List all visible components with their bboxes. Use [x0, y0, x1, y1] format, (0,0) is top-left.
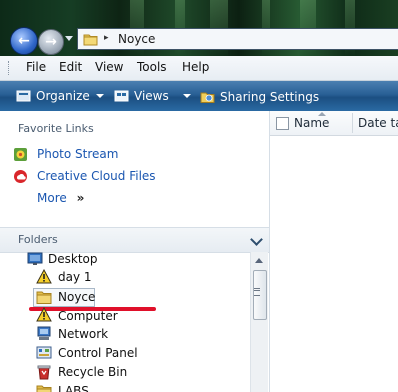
menu-help[interactable]: Help	[182, 60, 209, 74]
collapse-chevron-icon[interactable]	[250, 233, 263, 246]
recent-pages-dropdown-icon[interactable]	[65, 36, 73, 41]
more-label: More	[37, 191, 67, 205]
photo-stream-icon	[14, 148, 27, 161]
explorer-window: ← → ▸ Noyce File Edit View Tools Help Or…	[0, 0, 398, 392]
column-divider[interactable]	[352, 113, 353, 133]
menu-grip	[8, 61, 11, 75]
navigation-pane: Favorite Links Photo Stream Creative Clo…	[0, 111, 270, 392]
menu-bar: File Edit View Tools Help	[0, 56, 398, 81]
menu-edit[interactable]: Edit	[59, 60, 82, 74]
sharing-icon	[200, 92, 215, 103]
scroll-up-arrow-icon[interactable]	[255, 258, 263, 263]
command-bar: Organize Views Sharing Settings	[0, 81, 398, 111]
tree-item-noyce[interactable]: Noyce	[58, 290, 95, 304]
folders-title: Folders	[18, 233, 58, 246]
recycle-bin-icon	[37, 365, 51, 380]
breadcrumb-separator-icon: ▸	[104, 33, 109, 43]
favorite-links-title: Favorite Links	[18, 122, 94, 135]
organize-dropdown-icon	[95, 94, 104, 98]
folders-header[interactable]: Folders	[0, 227, 269, 253]
folder-icon	[83, 34, 98, 46]
menu-tools[interactable]: Tools	[137, 60, 167, 74]
sharing-settings-button[interactable]: Sharing Settings	[200, 89, 319, 104]
folder-icon	[36, 291, 52, 304]
column-date-taken[interactable]: Date ta	[358, 116, 398, 130]
tree-item-control-panel[interactable]: Control Panel	[58, 346, 138, 360]
views-label: Views	[134, 89, 169, 103]
menu-view[interactable]: View	[95, 60, 123, 74]
control-panel-icon	[36, 346, 52, 359]
tree-item-desktop[interactable]: Desktop	[48, 252, 98, 266]
favorite-creative-cloud[interactable]: Creative Cloud Files	[37, 169, 156, 183]
organize-label: Organize	[36, 89, 90, 103]
select-all-checkbox[interactable]	[276, 117, 289, 130]
creative-cloud-icon	[14, 170, 27, 183]
address-path[interactable]: Noyce	[118, 32, 155, 46]
favorite-photo-stream[interactable]: Photo Stream	[37, 147, 118, 161]
tree-item-day-1[interactable]: day 1	[58, 270, 92, 284]
file-list-pane: Name Date ta	[270, 111, 398, 392]
title-bar: ← → ▸ Noyce	[0, 0, 398, 56]
network-icon	[37, 326, 51, 340]
more-chevron-icon: »	[76, 191, 85, 205]
warning-icon	[36, 307, 52, 322]
organize-button[interactable]: Organize	[16, 89, 104, 103]
address-bar[interactable]: ▸ Noyce	[77, 28, 398, 50]
sharing-label: Sharing Settings	[220, 89, 320, 104]
forward-button[interactable]: →	[38, 29, 64, 55]
views-icon	[114, 90, 129, 102]
tree-item-network[interactable]: Network	[58, 327, 108, 341]
tree-item-recycle-bin[interactable]: Recycle Bin	[58, 365, 127, 379]
organize-icon	[16, 90, 31, 102]
desktop-icon	[27, 252, 43, 265]
back-arrow-icon: ←	[18, 33, 30, 49]
more-link[interactable]: More »	[37, 191, 84, 205]
views-button[interactable]: Views	[114, 89, 191, 103]
views-dropdown-icon	[182, 94, 191, 98]
tree-scrollbar[interactable]	[250, 252, 268, 392]
back-button[interactable]: ←	[10, 27, 38, 55]
column-header-row: Name Date ta	[270, 111, 398, 136]
column-name[interactable]: Name	[294, 116, 329, 130]
warning-icon	[36, 269, 52, 284]
scroll-grip	[254, 290, 260, 291]
forward-arrow-icon: →	[45, 34, 57, 50]
tree-item-labs[interactable]: LABS	[58, 384, 89, 392]
tree-item-computer[interactable]: Computer	[58, 309, 118, 323]
folder-icon	[36, 385, 52, 392]
menu-file[interactable]: File	[26, 60, 46, 74]
